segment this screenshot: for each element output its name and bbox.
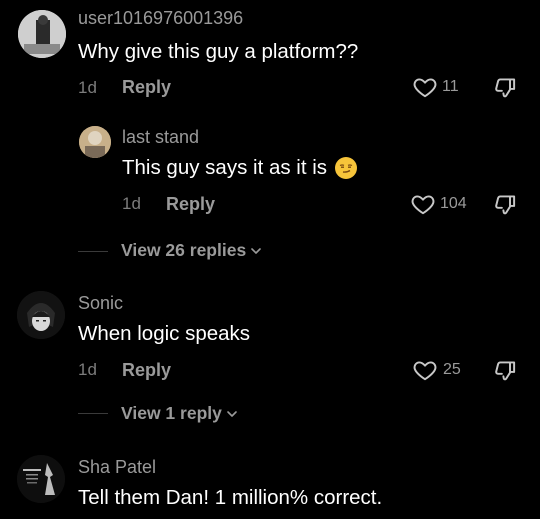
avatar[interactable] xyxy=(17,455,65,503)
comment-username[interactable]: last stand xyxy=(122,127,199,148)
comment-username[interactable]: user1016976001396 xyxy=(78,8,243,29)
comment-text: Why give this guy a platform?? xyxy=(78,40,359,63)
like-count: 104 xyxy=(440,195,467,212)
comment-time: 1d xyxy=(78,78,97,97)
comment-text-content: This guy says it as it is xyxy=(122,156,328,179)
profile-photo-icon xyxy=(79,126,111,158)
dislike-icon[interactable] xyxy=(493,357,519,383)
view-replies-button[interactable]: View 1 reply xyxy=(121,403,238,424)
chevron-down-icon xyxy=(251,247,261,254)
anime-avatar-icon xyxy=(17,291,65,339)
dislike-icon[interactable] xyxy=(493,191,519,217)
comment-text: When logic speaks xyxy=(78,322,251,345)
view-replies-label: View 1 reply xyxy=(121,403,222,423)
profile-photo-icon xyxy=(18,10,66,58)
reply-button[interactable]: Reply xyxy=(122,77,171,98)
comment-username[interactable]: Sha Patel xyxy=(78,457,156,478)
comment-text: Tell them Dan! 1 million% correct. xyxy=(78,486,383,509)
view-replies-label: View 26 replies xyxy=(121,240,247,260)
reply-button[interactable]: Reply xyxy=(166,194,215,215)
comment-username[interactable]: Sonic xyxy=(78,293,123,314)
chevron-down-icon xyxy=(227,410,237,417)
heart-icon[interactable] xyxy=(412,74,438,100)
comment-text: This guy says it as it is xyxy=(122,156,358,180)
smirking-face-emoji xyxy=(335,157,358,179)
heart-icon[interactable] xyxy=(412,357,438,383)
reply-button[interactable]: Reply xyxy=(122,360,171,381)
heart-icon[interactable] xyxy=(410,191,436,217)
avatar[interactable] xyxy=(79,126,111,158)
divider xyxy=(78,251,108,252)
like-count: 25 xyxy=(443,361,461,378)
logo-avatar-icon xyxy=(17,455,65,503)
comment-time: 1d xyxy=(122,194,141,213)
comment-time: 1d xyxy=(78,360,97,379)
avatar[interactable] xyxy=(17,291,65,339)
view-replies-button[interactable]: View 26 replies xyxy=(121,240,262,261)
divider xyxy=(78,413,108,414)
like-count: 11 xyxy=(442,78,459,95)
dislike-icon[interactable] xyxy=(493,74,519,100)
avatar[interactable] xyxy=(18,10,66,58)
